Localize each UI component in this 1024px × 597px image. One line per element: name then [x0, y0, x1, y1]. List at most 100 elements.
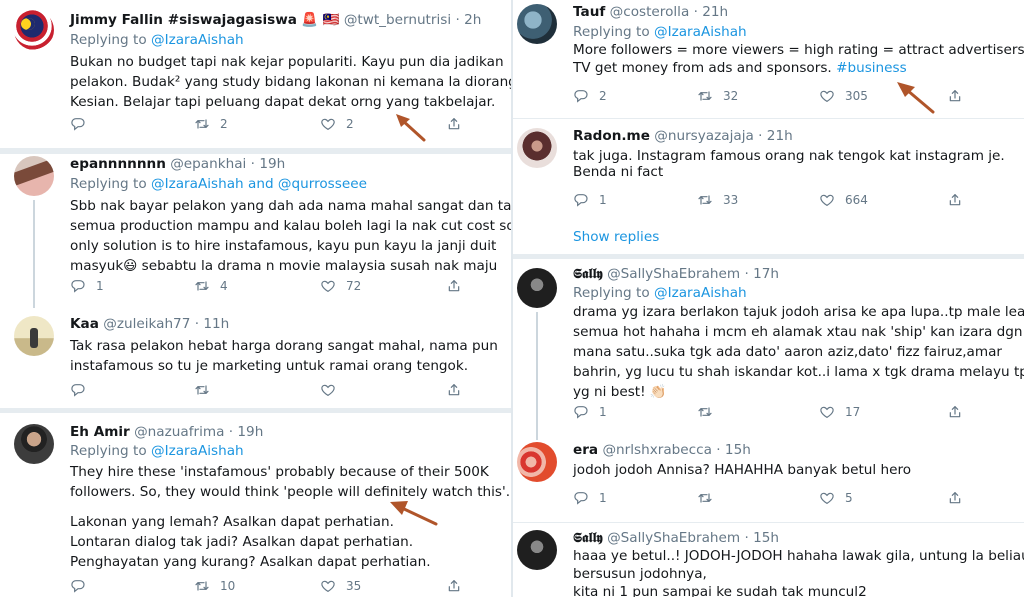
retweet-button[interactable]: [697, 402, 723, 422]
tweet-text-line: drama yg izara berlakon tajuk jodoh aris…: [573, 304, 1024, 320]
like-button[interactable]: 2: [320, 114, 354, 134]
show-replies-link[interactable]: Show replies: [573, 227, 659, 247]
share-icon: [947, 192, 963, 208]
share-button[interactable]: [446, 114, 462, 134]
tweet-kaa[interactable]: Kaa @zuleikah77 · 11h Tak rasa pelakon h…: [0, 314, 511, 408]
retweet-button[interactable]: 32: [697, 86, 738, 106]
retweet-icon: [697, 192, 713, 208]
avatar[interactable]: [14, 424, 54, 464]
handle[interactable]: @nursyazajaja: [654, 128, 754, 144]
name-emoji: 🚨 🇲🇾: [301, 12, 340, 28]
display-name[interactable]: Kaa: [70, 316, 99, 332]
like-button[interactable]: 664: [819, 190, 868, 210]
timestamp[interactable]: · 15h: [744, 530, 779, 546]
avatar[interactable]: [14, 10, 54, 50]
reply-button[interactable]: 1: [573, 488, 607, 508]
share-button[interactable]: [947, 402, 963, 422]
display-name[interactable]: Eh Amir: [70, 424, 130, 440]
share-button[interactable]: [947, 86, 963, 106]
tweet-epannnnnnn[interactable]: epannnnnnn @epankhai · 19h Replying to @…: [0, 154, 511, 308]
replying-to-link[interactable]: @IzaraAishah: [151, 443, 244, 459]
avatar[interactable]: [14, 316, 54, 356]
annotation-arrow: [390, 501, 438, 526]
display-name[interactable]: 𝕾𝖆𝖑𝖑𝖞: [573, 266, 603, 282]
retweet-button[interactable]: 33: [697, 190, 738, 210]
display-name[interactable]: Tauf: [573, 4, 605, 20]
timestamp[interactable]: · 17h: [744, 266, 779, 282]
avatar[interactable]: [517, 4, 557, 44]
tweet-jimmy[interactable]: Jimmy Fallin #siswajagasiswa 🚨 🇲🇾 @twt_b…: [0, 0, 511, 150]
retweet-button[interactable]: 2: [194, 114, 228, 134]
like-button[interactable]: 35: [320, 576, 361, 596]
display-name[interactable]: era: [573, 442, 598, 458]
avatar[interactable]: [517, 442, 557, 482]
tweet-eh-amir[interactable]: Eh Amir @nazuafrima · 19h Replying to @I…: [0, 422, 511, 597]
tweet-header: 𝕾𝖆𝖑𝖑𝖞 @SallyShaEbrahem · 17h: [573, 264, 779, 284]
like-button[interactable]: 5: [819, 488, 853, 508]
reply-button[interactable]: 1: [573, 402, 607, 422]
handle[interactable]: @costerolla: [610, 4, 690, 20]
handle[interactable]: @SallyShaEbrahem: [607, 266, 740, 282]
heart-icon: [819, 88, 835, 104]
avatar[interactable]: [517, 530, 557, 570]
reply-button[interactable]: [70, 576, 96, 596]
replying-to-link[interactable]: @IzaraAishah: [654, 285, 747, 301]
handle[interactable]: @epankhai: [170, 156, 246, 172]
timestamp[interactable]: · 21h: [758, 128, 793, 144]
retweet-button[interactable]: 10: [194, 576, 235, 596]
tweet-sally-1[interactable]: 𝕾𝖆𝖑𝖑𝖞 @SallyShaEbrahem · 17h Replying to…: [513, 264, 1024, 440]
handle[interactable]: @nazuafrima: [134, 424, 224, 440]
replying-to-link[interactable]: @IzaraAishah and @qurrosseee: [151, 176, 367, 192]
tweet-header: Kaa @zuleikah77 · 11h: [70, 314, 229, 334]
timestamp[interactable]: · 19h: [229, 424, 264, 440]
handle[interactable]: @SallyShaEbrahem: [607, 530, 740, 546]
like-button[interactable]: 72: [320, 276, 361, 296]
retweet-button[interactable]: [194, 380, 220, 400]
reply-icon: [573, 490, 589, 506]
share-button[interactable]: [446, 380, 462, 400]
share-button[interactable]: [446, 576, 462, 596]
reply-button[interactable]: [70, 380, 96, 400]
reply-button[interactable]: 2: [573, 86, 607, 106]
timestamp[interactable]: · 15h: [716, 442, 751, 458]
like-button[interactable]: 305: [819, 86, 868, 106]
retweet-button[interactable]: [697, 488, 723, 508]
share-button[interactable]: [947, 190, 963, 210]
share-button[interactable]: [446, 276, 462, 296]
handle[interactable]: @twt_bernutrisi: [344, 12, 451, 28]
timestamp[interactable]: · 11h: [195, 316, 230, 332]
display-name[interactable]: 𝕾𝖆𝖑𝖑𝖞: [573, 530, 603, 546]
tweet-text-line: TV get money from ads and sponsors. #bus…: [573, 60, 907, 76]
heart-icon: [819, 192, 835, 208]
tweet-header: Jimmy Fallin #siswajagasiswa 🚨 🇲🇾 @twt_b…: [70, 10, 481, 30]
tweet-header: 𝕾𝖆𝖑𝖑𝖞 @SallyShaEbrahem · 15h: [573, 528, 779, 548]
display-name[interactable]: Jimmy Fallin #siswajagasiswa: [70, 12, 297, 28]
tweet-actions: 10 35: [70, 576, 470, 596]
avatar[interactable]: [517, 268, 557, 308]
display-name[interactable]: Radon.me: [573, 128, 650, 144]
like-button[interactable]: 17: [819, 402, 860, 422]
tweet-sally-2[interactable]: 𝕾𝖆𝖑𝖑𝖞 @SallyShaEbrahem · 15h haaa ye bet…: [513, 528, 1024, 597]
handle[interactable]: @zuleikah77: [103, 316, 190, 332]
retweet-button[interactable]: 4: [194, 276, 228, 296]
hashtag-link[interactable]: #business: [836, 60, 907, 76]
timestamp[interactable]: · 19h: [251, 156, 286, 172]
handle[interactable]: @nrlshxrabecca: [602, 442, 712, 458]
replying-to-link[interactable]: @IzaraAishah: [654, 24, 747, 40]
reply-button[interactable]: 1: [70, 276, 104, 296]
reply-icon: [70, 116, 86, 132]
tweet-text-line: yg ni best! 👏🏻: [573, 384, 667, 400]
tweet-radon[interactable]: Radon.me @nursyazajaja · 21h tak juga. I…: [513, 124, 1024, 254]
tweet-era[interactable]: era @nrlshxrabecca · 15h jodoh jodoh Ann…: [513, 440, 1024, 516]
timestamp[interactable]: · 21h: [694, 4, 729, 20]
display-name[interactable]: epannnnnnn: [70, 156, 166, 172]
reply-button[interactable]: [70, 114, 96, 134]
timestamp[interactable]: · 2h: [455, 12, 481, 28]
tweet-tauf[interactable]: Tauf @costerolla · 21h Replying to @Izar…: [513, 0, 1024, 115]
like-button[interactable]: [320, 380, 346, 400]
replying-to-link[interactable]: @IzaraAishah: [151, 32, 244, 48]
avatar[interactable]: [517, 128, 557, 168]
reply-button[interactable]: 1: [573, 190, 607, 210]
share-button[interactable]: [947, 488, 963, 508]
avatar[interactable]: [14, 156, 54, 196]
